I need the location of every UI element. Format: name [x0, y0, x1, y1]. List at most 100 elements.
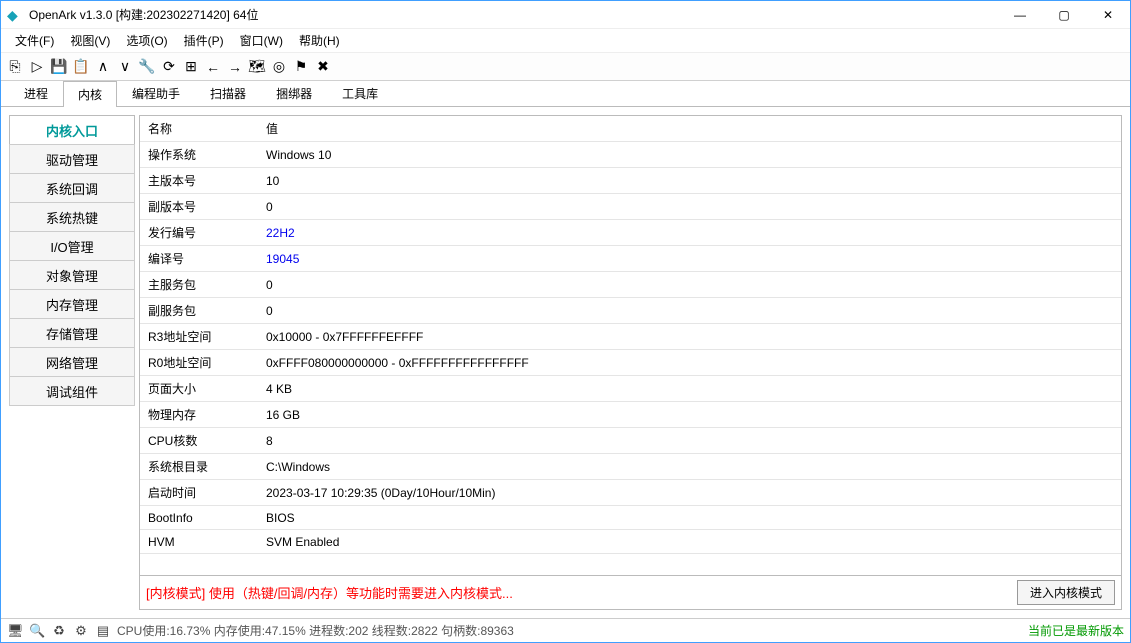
sidebar-item-6[interactable]: 内存管理: [9, 289, 135, 319]
table-row[interactable]: 发行编号22H2: [140, 220, 1121, 246]
cell-name: 编译号: [140, 246, 258, 272]
table-row[interactable]: HVMSVM Enabled: [140, 530, 1121, 554]
back-icon[interactable]: ←: [203, 57, 223, 77]
menu-item-3[interactable]: 插件(P): [176, 30, 232, 51]
table-row[interactable]: 编译号19045: [140, 246, 1121, 272]
cell-name: 页面大小: [140, 376, 258, 402]
copy-icon[interactable]: 📋: [71, 57, 91, 77]
kernel-mode-hint: [内核模式] 使用（热键/回调/内存）等功能时需要进入内核模式...: [146, 583, 513, 602]
cell-value: 0: [258, 194, 1121, 220]
cell-value: BIOS: [258, 506, 1121, 530]
window-title: OpenArk v1.3.0 [构建:202302271420] 64位: [29, 6, 258, 23]
sidebar-item-5[interactable]: 对象管理: [9, 260, 135, 290]
status-bar: 🖥 🔍 ♻ ⚙ ▤ CPU使用:16.73% 内存使用:47.15% 进程数:202 线程…: [1, 618, 1130, 642]
kernel-info-table: 名称值操作系统Windows 10主版本号10副版本号0发行编号22H2编译号1…: [140, 116, 1121, 554]
open-icon[interactable]: ▷: [27, 57, 47, 77]
table-row[interactable]: 物理内存16 GB: [140, 402, 1121, 428]
cell-value: 0x10000 - 0x7FFFFFFEFFFF: [258, 324, 1121, 350]
tab-0[interactable]: 进程: [9, 80, 63, 106]
enter-kernel-mode-button[interactable]: 进入内核模式: [1017, 580, 1115, 605]
save-icon[interactable]: 💾: [49, 57, 69, 77]
table-row[interactable]: 启动时间2023-03-17 10:29:35 (0Day/10Hour/10M…: [140, 480, 1121, 506]
chip-icon[interactable]: ▤: [95, 623, 111, 639]
sidebar-item-8[interactable]: 网络管理: [9, 347, 135, 377]
title-bar: ◆ OpenArk v1.3.0 [构建:202302271420] 64位 —…: [1, 1, 1130, 29]
table-row[interactable]: 操作系统Windows 10: [140, 142, 1121, 168]
down-icon[interactable]: ∨: [115, 57, 135, 77]
info-table-wrap[interactable]: 名称值操作系统Windows 10主版本号10副版本号0发行编号22H2编译号1…: [140, 116, 1121, 575]
close-icon[interactable]: ✖: [313, 57, 333, 77]
tab-5[interactable]: 工具库: [327, 80, 393, 106]
app-icon: ◆: [7, 7, 23, 23]
cell-name: 副服务包: [140, 298, 258, 324]
sidebar-item-4[interactable]: I/O管理: [9, 231, 135, 261]
wrench-icon[interactable]: 🔧: [137, 57, 157, 77]
menu-item-1[interactable]: 视图(V): [62, 30, 118, 51]
table-row[interactable]: R0地址空间0xFFFF080000000000 - 0xFFFFFFFFFFF…: [140, 350, 1121, 376]
col-header-value[interactable]: 值: [258, 116, 1121, 142]
tab-2[interactable]: 编程助手: [117, 80, 195, 106]
search-icon[interactable]: 🔍: [29, 623, 45, 639]
menu-item-2[interactable]: 选项(O): [118, 30, 175, 51]
close-button[interactable]: ✕: [1086, 1, 1130, 29]
sidebar-item-7[interactable]: 存储管理: [9, 318, 135, 348]
tab-strip: 进程内核编程助手扫描器捆绑器工具库: [1, 81, 1130, 107]
table-row[interactable]: 主服务包0: [140, 272, 1121, 298]
window-controls: — ▢ ✕: [998, 1, 1130, 29]
toolbar: ⎘▷💾📋∧∨🔧⟳⊞←→🗺◎⚑✖: [1, 53, 1130, 81]
monitor-icon[interactable]: 🖥: [7, 623, 23, 639]
sidebar-item-3[interactable]: 系统热键: [9, 202, 135, 232]
sidebar-item-2[interactable]: 系统回调: [9, 173, 135, 203]
cell-name: HVM: [140, 530, 258, 554]
map-icon[interactable]: 🗺: [247, 57, 267, 77]
info-bar: [内核模式] 使用（热键/回调/内存）等功能时需要进入内核模式... 进入内核模…: [140, 575, 1121, 609]
content-area: 内核入口驱动管理系统回调系统热键I/O管理对象管理内存管理存储管理网络管理调试组…: [1, 107, 1130, 618]
status-metrics: CPU使用:16.73% 内存使用:47.15% 进程数:202 线程数:282…: [117, 622, 514, 639]
cell-name: 启动时间: [140, 480, 258, 506]
cell-value: 8: [258, 428, 1121, 454]
up-icon[interactable]: ∧: [93, 57, 113, 77]
cell-value: 4 KB: [258, 376, 1121, 402]
sidebar-item-9[interactable]: 调试组件: [9, 376, 135, 406]
col-header-name[interactable]: 名称: [140, 116, 258, 142]
cell-name: 物理内存: [140, 402, 258, 428]
menu-item-0[interactable]: 文件(F): [7, 30, 62, 51]
tab-4[interactable]: 捆绑器: [261, 80, 327, 106]
cell-name: 发行编号: [140, 220, 258, 246]
flag-icon[interactable]: ⚑: [291, 57, 311, 77]
cell-name: R0地址空间: [140, 350, 258, 376]
table-row[interactable]: 系统根目录C:\Windows: [140, 454, 1121, 480]
sidebar-item-1[interactable]: 驱动管理: [9, 144, 135, 174]
cell-value[interactable]: 19045: [258, 246, 1121, 272]
table-row[interactable]: R3地址空间0x10000 - 0x7FFFFFFEFFFF: [140, 324, 1121, 350]
cell-value[interactable]: 22H2: [258, 220, 1121, 246]
menu-item-5[interactable]: 帮助(H): [291, 30, 348, 51]
cell-name: 副版本号: [140, 194, 258, 220]
minimize-button[interactable]: —: [998, 1, 1042, 29]
maximize-button[interactable]: ▢: [1042, 1, 1086, 29]
tab-3[interactable]: 扫描器: [195, 80, 261, 106]
tab-1[interactable]: 内核: [63, 81, 117, 107]
forward-icon[interactable]: →: [225, 57, 245, 77]
cell-value: SVM Enabled: [258, 530, 1121, 554]
table-row[interactable]: 页面大小4 KB: [140, 376, 1121, 402]
table-row[interactable]: 主版本号10: [140, 168, 1121, 194]
table-row[interactable]: 副版本号0: [140, 194, 1121, 220]
table-row[interactable]: CPU核数8: [140, 428, 1121, 454]
refresh-icon[interactable]: ⟳: [159, 57, 179, 77]
table-row[interactable]: 副服务包0: [140, 298, 1121, 324]
target-icon[interactable]: ◎: [269, 57, 289, 77]
modules-icon[interactable]: ⊞: [181, 57, 201, 77]
export-icon[interactable]: ⎘: [5, 57, 25, 77]
cell-value: Windows 10: [258, 142, 1121, 168]
cell-value: 16 GB: [258, 402, 1121, 428]
menu-item-4[interactable]: 窗口(W): [232, 30, 291, 51]
gear-icon[interactable]: ⚙: [73, 623, 89, 639]
main-panel: 名称值操作系统Windows 10主版本号10副版本号0发行编号22H2编译号1…: [139, 115, 1122, 610]
sidebar-item-0[interactable]: 内核入口: [9, 115, 135, 145]
cell-value: 0: [258, 298, 1121, 324]
recycle-icon[interactable]: ♻: [51, 623, 67, 639]
menu-bar: 文件(F)视图(V)选项(O)插件(P)窗口(W)帮助(H): [1, 29, 1130, 53]
cell-name: CPU核数: [140, 428, 258, 454]
table-row[interactable]: BootInfoBIOS: [140, 506, 1121, 530]
